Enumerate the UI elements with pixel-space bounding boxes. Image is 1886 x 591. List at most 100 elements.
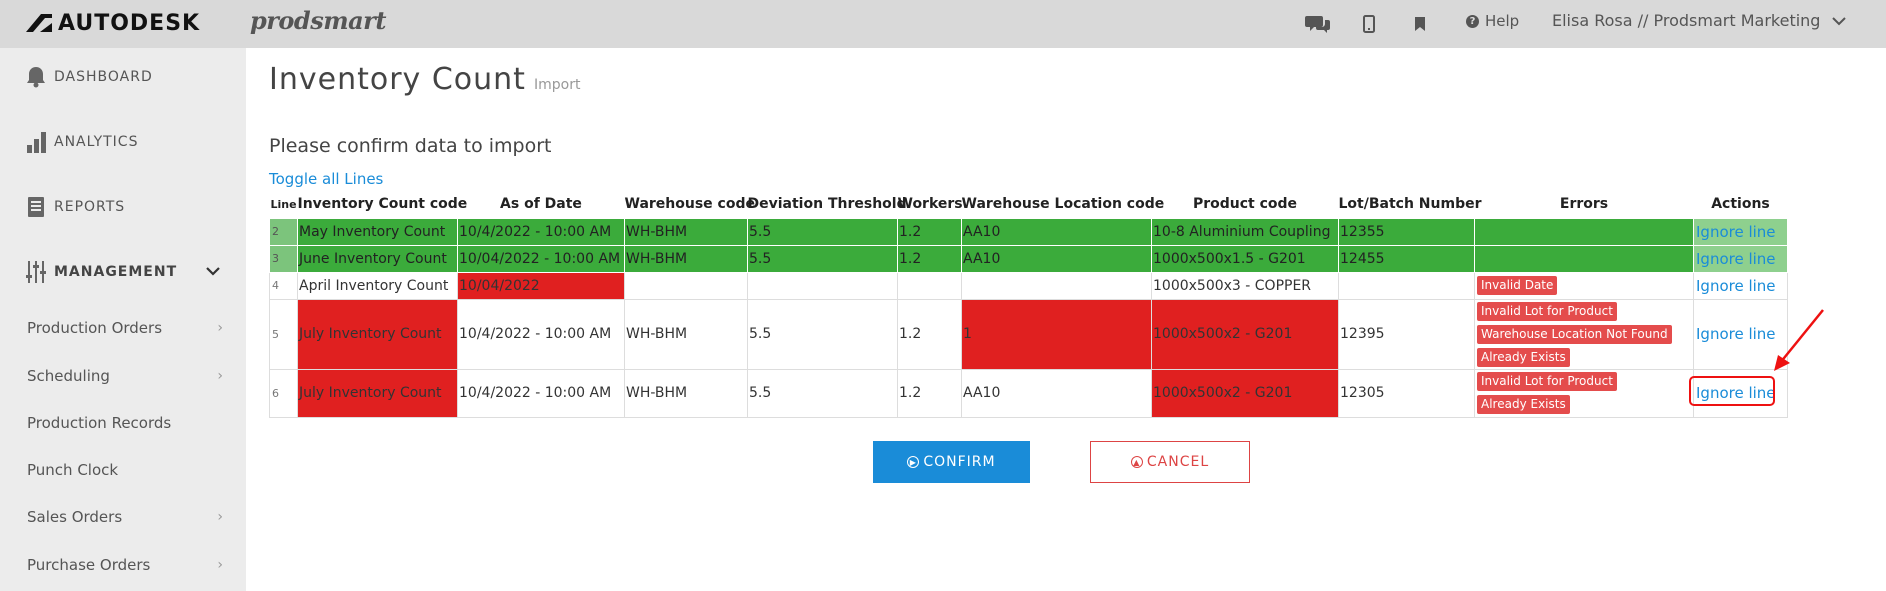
cell-lot: 12455 <box>1338 244 1475 273</box>
chevron-right-icon: › <box>217 509 223 525</box>
chevron-right-icon: › <box>217 320 223 336</box>
sidebar-item-label: Punch Clock <box>27 461 119 479</box>
cell-code: June Inventory Count <box>297 244 458 273</box>
sidebar-item-sales-orders[interactable]: Sales Orders › <box>27 505 223 529</box>
document-icon <box>24 195 48 219</box>
cell-product: 1000x500x2 - G201 <box>1151 368 1339 418</box>
sidebar-item-dashboard[interactable]: DASHBOARD <box>24 62 153 92</box>
cell-threshold: 5.5 <box>747 217 898 246</box>
cell-date: 10/4/2022 - 10:00 AM <box>457 217 625 246</box>
cell-workers <box>897 271 962 300</box>
column-header: Warehouse Location code <box>961 196 1165 213</box>
sidebar-item-scheduling[interactable]: Scheduling › <box>27 364 223 388</box>
autodesk-logo-icon <box>26 14 52 32</box>
ignore-line-link[interactable]: Ignore line <box>1695 384 1776 402</box>
error-badge: Already Exists <box>1477 395 1570 414</box>
cell-workers: 1.2 <box>897 217 962 246</box>
column-header: As of Date <box>500 196 582 213</box>
bell-icon <box>24 65 48 89</box>
cell-code: May Inventory Count <box>297 217 458 246</box>
sidebar-item-management[interactable]: MANAGEMENT <box>24 257 177 287</box>
toggle-all-lines-link[interactable]: Toggle all Lines <box>269 170 383 188</box>
table-row: 6 July Inventory Count 10/4/2022 - 10:00 A… <box>269 368 1788 418</box>
sidebar-item-label: Production Records <box>27 414 172 432</box>
confirm-button[interactable]: ▶ CONFIRM <box>873 441 1030 483</box>
cell-date: 10/04/2022 <box>457 271 625 300</box>
help-label: Help <box>1485 12 1520 30</box>
ignore-line-link[interactable]: Ignore line <box>1695 250 1776 268</box>
cell-lot <box>1338 271 1475 300</box>
column-header: Line <box>270 197 297 211</box>
column-header: Errors <box>1559 196 1609 213</box>
sidebar-item-label: Purchase Orders <box>27 556 151 574</box>
line-number: 3 <box>269 244 298 273</box>
line-number: 5 <box>269 298 298 370</box>
cancel-button[interactable]: ▲ CANCEL <box>1090 441 1250 483</box>
chevron-down-icon[interactable] <box>206 266 220 276</box>
cell-errors <box>1474 244 1694 273</box>
sidebar-item-punch-clock[interactable]: Punch Clock <box>27 458 223 482</box>
cell-lot: 12305 <box>1338 368 1475 418</box>
column-header: Product code <box>1192 196 1298 213</box>
sidebar-item-purchase-orders[interactable]: Purchase Orders › <box>27 553 223 577</box>
cell-warehouse <box>624 271 748 300</box>
cell-actions: Ignore line <box>1693 271 1788 300</box>
error-badge: Invalid Lot for Product <box>1477 301 1617 321</box>
page-subtitle: Import <box>534 77 581 93</box>
sidebar-item-label: REPORTS <box>54 199 126 215</box>
bookmark-icon[interactable] <box>1406 10 1434 38</box>
product-logo[interactable]: prodsmart <box>250 6 386 35</box>
user-menu[interactable]: Elisa Rosa // Prodsmart Marketing <box>1552 11 1847 30</box>
cell-product: 1000x500x2 - G201 <box>1151 298 1339 370</box>
arrow-circle-icon: ▶ <box>907 456 920 468</box>
cell-actions: Ignore line <box>1693 368 1788 418</box>
chevron-right-icon: › <box>217 557 223 573</box>
mobile-icon[interactable] <box>1355 10 1383 38</box>
cell-errors: Invalid Date <box>1474 271 1694 300</box>
cell-lot: 12355 <box>1338 217 1475 246</box>
table-row: 3 June Inventory Count 10/04/2022 - 10:00 … <box>269 244 1788 273</box>
sidebar-item-analytics[interactable]: ANALYTICS <box>24 127 138 157</box>
page-title: Inventory Count <box>269 62 526 97</box>
error-badge: Invalid Lot for Product <box>1477 372 1617 391</box>
cell-date: 10/4/2022 - 10:00 AM <box>457 368 625 418</box>
table-row: 5 July Inventory Count 10/4/2022 - 10:00 A… <box>269 298 1788 370</box>
line-number: 2 <box>269 217 298 246</box>
error-badge: Invalid Date <box>1477 276 1558 295</box>
chat-icon[interactable] <box>1304 10 1332 38</box>
sliders-icon <box>24 260 48 284</box>
cell-code: April Inventory Count <box>297 271 458 300</box>
cell-date: 10/4/2022 - 10:00 AM <box>457 298 625 370</box>
line-number: 6 <box>269 368 298 418</box>
ignore-line-link[interactable]: Ignore line <box>1695 223 1776 241</box>
sidebar-item-label: Production Orders <box>27 319 163 337</box>
sidebar-item-production-records[interactable]: Production Records <box>27 411 223 435</box>
chevron-down-icon <box>1832 16 1847 25</box>
cell-product: 10-8 Aluminium Coupling <box>1151 217 1339 246</box>
cell-date: 10/04/2022 - 10:00 AM <box>457 244 625 273</box>
error-badge: Warehouse Location Not Found <box>1477 324 1672 344</box>
cell-actions: Ignore line <box>1693 244 1788 273</box>
cell-actions: Ignore line <box>1693 217 1788 246</box>
cell-location: AA10 <box>961 217 1152 246</box>
cell-lot: 12395 <box>1338 298 1475 370</box>
help-link[interactable]: ? Help <box>1466 12 1519 30</box>
column-header: Inventory Count code <box>297 196 468 213</box>
table-row: 4 April Inventory Count 10/04/2022 1000x500… <box>269 271 1788 300</box>
help-icon: ? <box>1466 14 1479 28</box>
cell-errors <box>1474 217 1694 246</box>
sidebar-item-label: MANAGEMENT <box>54 264 178 280</box>
sidebar-item-reports[interactable]: REPORTS <box>24 192 125 222</box>
chevron-right-icon: › <box>217 368 223 384</box>
cell-errors: Invalid Lot for Product Warehouse Locatio… <box>1474 298 1694 370</box>
cell-errors: Invalid Lot for Product Already Exists <box>1474 368 1694 418</box>
cell-threshold: 5.5 <box>747 244 898 273</box>
column-header: Workers <box>897 196 963 213</box>
autodesk-logo[interactable]: AUTODESK <box>26 10 200 36</box>
column-header: Lot/Batch Number <box>1338 196 1482 213</box>
ignore-line-link[interactable]: Ignore line <box>1695 277 1776 295</box>
sidebar-item-production-orders[interactable]: Production Orders › <box>27 316 223 340</box>
user-label: Elisa Rosa // Prodsmart Marketing <box>1552 11 1821 30</box>
ignore-line-link[interactable]: Ignore line <box>1695 325 1776 343</box>
top-bar: AUTODESK prodsmart ? Help Elisa Rosa // … <box>0 0 1886 48</box>
